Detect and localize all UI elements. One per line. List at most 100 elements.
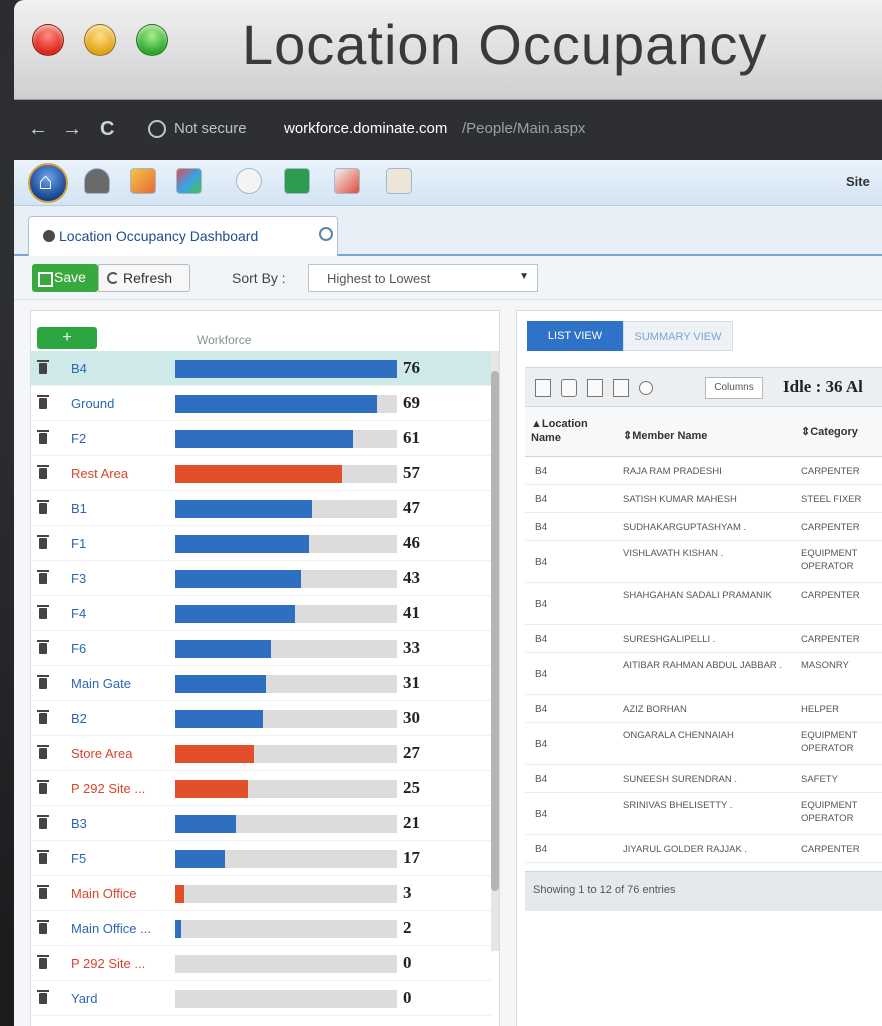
spreadsheet-icon[interactable] xyxy=(284,168,310,194)
workforce-row[interactable]: Main Office ... 2 xyxy=(31,911,491,946)
location-name[interactable]: F4 xyxy=(71,606,86,621)
trash-icon[interactable] xyxy=(37,360,49,374)
back-arrow-icon[interactable]: ← xyxy=(28,118,48,141)
excel-export-icon[interactable] xyxy=(587,379,603,397)
location-name[interactable]: P 292 Site ... xyxy=(71,956,145,971)
workforce-row[interactable]: F5 17 xyxy=(31,841,491,876)
workforce-row[interactable]: B1 47 xyxy=(31,491,491,526)
table-row[interactable]: B4 SRINIVAS BHELISETTY . EQUIPMENT OPERATO… xyxy=(525,793,882,835)
copy-icon[interactable] xyxy=(535,379,551,397)
trash-icon[interactable] xyxy=(37,955,49,969)
location-name[interactable]: B1 xyxy=(71,501,87,516)
workforce-row[interactable]: F2 61 xyxy=(31,421,491,456)
url-path[interactable]: /People/Main.aspx xyxy=(462,120,585,137)
trash-icon[interactable] xyxy=(37,885,49,899)
user-icon[interactable] xyxy=(84,168,110,194)
trash-icon[interactable] xyxy=(37,395,49,409)
workforce-row[interactable]: F4 41 xyxy=(31,596,491,631)
maximize-window-button[interactable] xyxy=(136,24,168,56)
tab-list-view[interactable]: LIST VIEW xyxy=(527,321,623,351)
group-icon[interactable] xyxy=(176,168,202,194)
table-row[interactable]: B4 SATISH KUMAR MAHESH STEEL FIXER xyxy=(525,485,882,513)
location-name[interactable]: Rest Area xyxy=(71,466,128,481)
trash-icon[interactable] xyxy=(37,570,49,584)
pdf-export-icon[interactable] xyxy=(613,379,629,397)
location-name[interactable]: B3 xyxy=(71,816,87,831)
trash-icon[interactable] xyxy=(37,920,49,934)
workforce-row[interactable]: Store Area 27 xyxy=(31,736,491,771)
trash-icon[interactable] xyxy=(37,605,49,619)
workforce-row[interactable]: P 292 Site ... 25 xyxy=(31,771,491,806)
location-name[interactable]: Store Area xyxy=(71,746,132,761)
column-header-location[interactable]: ▲Location Name xyxy=(531,417,601,445)
workforce-row[interactable]: F1 46 xyxy=(31,526,491,561)
location-name[interactable]: F6 xyxy=(71,641,86,656)
add-location-button[interactable]: + xyxy=(37,327,97,349)
location-name[interactable]: F1 xyxy=(71,536,86,551)
location-name[interactable]: Main Office xyxy=(71,886,137,901)
trash-icon[interactable] xyxy=(37,640,49,654)
trash-icon[interactable] xyxy=(37,465,49,479)
palette-icon[interactable] xyxy=(130,168,156,194)
table-row[interactable]: B4 SUDHAKARGUPTASHYAM . CARPENTER xyxy=(525,513,882,541)
forward-arrow-icon[interactable]: → xyxy=(62,118,82,141)
info-icon[interactable] xyxy=(148,120,166,138)
table-row[interactable]: B4 RAJA RAM PRADESHI CARPENTER xyxy=(525,457,882,485)
workforce-row[interactable]: P 292 Site ... 0 xyxy=(31,946,491,981)
reload-icon[interactable]: C xyxy=(100,118,114,141)
workforce-scrollbar[interactable] xyxy=(491,351,499,951)
close-window-button[interactable] xyxy=(32,24,64,56)
location-name[interactable]: F3 xyxy=(71,571,86,586)
print-icon[interactable] xyxy=(561,379,577,397)
clock-icon[interactable] xyxy=(236,168,262,194)
document-icon[interactable] xyxy=(386,168,412,194)
trash-icon[interactable] xyxy=(37,815,49,829)
home-icon[interactable] xyxy=(28,163,68,203)
column-header-member[interactable]: ⇕Member Name xyxy=(623,429,707,442)
trash-icon[interactable] xyxy=(37,535,49,549)
workforce-row[interactable]: Ground 69 xyxy=(31,386,491,421)
workforce-row[interactable]: Rest Area 57 xyxy=(31,456,491,491)
column-header-category[interactable]: ⇕Category xyxy=(801,425,858,438)
tab-close-icon[interactable] xyxy=(319,227,333,241)
location-name[interactable]: Ground xyxy=(71,396,114,411)
trash-icon[interactable] xyxy=(37,990,49,1004)
location-name[interactable]: B4 xyxy=(71,361,87,376)
trash-icon[interactable] xyxy=(37,500,49,514)
location-name[interactable]: F5 xyxy=(71,851,86,866)
table-row[interactable]: B4 SURESHGALIPELLI . CARPENTER xyxy=(525,625,882,653)
workforce-row[interactable]: B4 76 xyxy=(31,351,491,386)
columns-button[interactable]: Columns xyxy=(705,377,763,399)
save-button[interactable]: Save xyxy=(32,264,98,292)
trash-icon[interactable] xyxy=(37,745,49,759)
location-name[interactable]: F2 xyxy=(71,431,86,446)
workforce-row[interactable]: Main Office 3 xyxy=(31,876,491,911)
workforce-row[interactable]: Main Gate 31 xyxy=(31,666,491,701)
workforce-row[interactable]: B2 30 xyxy=(31,701,491,736)
location-name[interactable]: B2 xyxy=(71,711,87,726)
scrollbar-thumb[interactable] xyxy=(491,371,499,891)
table-row[interactable]: B4 AZIZ BORHAN HELPER xyxy=(525,695,882,723)
minimize-window-button[interactable] xyxy=(84,24,116,56)
url-host[interactable]: workforce.dominate.com xyxy=(284,120,447,137)
table-row[interactable]: B4 SUNEESH SURENDRAN . SAFETY xyxy=(525,765,882,793)
eye-icon[interactable] xyxy=(639,381,653,395)
workforce-row[interactable]: F3 43 xyxy=(31,561,491,596)
report-icon[interactable] xyxy=(334,168,360,194)
table-row[interactable]: B4 VISHLAVATH KISHAN . EQUIPMENT OPERATOR xyxy=(525,541,882,583)
tab-location-occupancy-dashboard[interactable]: Location Occupancy Dashboard xyxy=(28,216,338,256)
table-row[interactable]: B4 AITIBAR RAHMAN ABDUL JABBAR . MASONRY xyxy=(525,653,882,695)
location-name[interactable]: Yard xyxy=(71,991,98,1006)
table-row[interactable]: B4 ONGARALA CHENNAIAH EQUIPMENT OPERATOR xyxy=(525,723,882,765)
workforce-row[interactable]: B3 21 xyxy=(31,806,491,841)
trash-icon[interactable] xyxy=(37,710,49,724)
table-row[interactable]: B4 SHAHGAHAN SADALI PRAMANIK CARPENTER xyxy=(525,583,882,625)
table-row[interactable]: B4 JIYARUL GOLDER RAJJAK . CARPENTER xyxy=(525,835,882,863)
trash-icon[interactable] xyxy=(37,780,49,794)
trash-icon[interactable] xyxy=(37,430,49,444)
location-name[interactable]: Main Gate xyxy=(71,676,131,691)
location-name[interactable]: P 292 Site ... xyxy=(71,781,145,796)
trash-icon[interactable] xyxy=(37,850,49,864)
tab-summary-view[interactable]: SUMMARY VIEW xyxy=(623,321,733,351)
workforce-row[interactable]: Yard 0 xyxy=(31,981,491,1016)
